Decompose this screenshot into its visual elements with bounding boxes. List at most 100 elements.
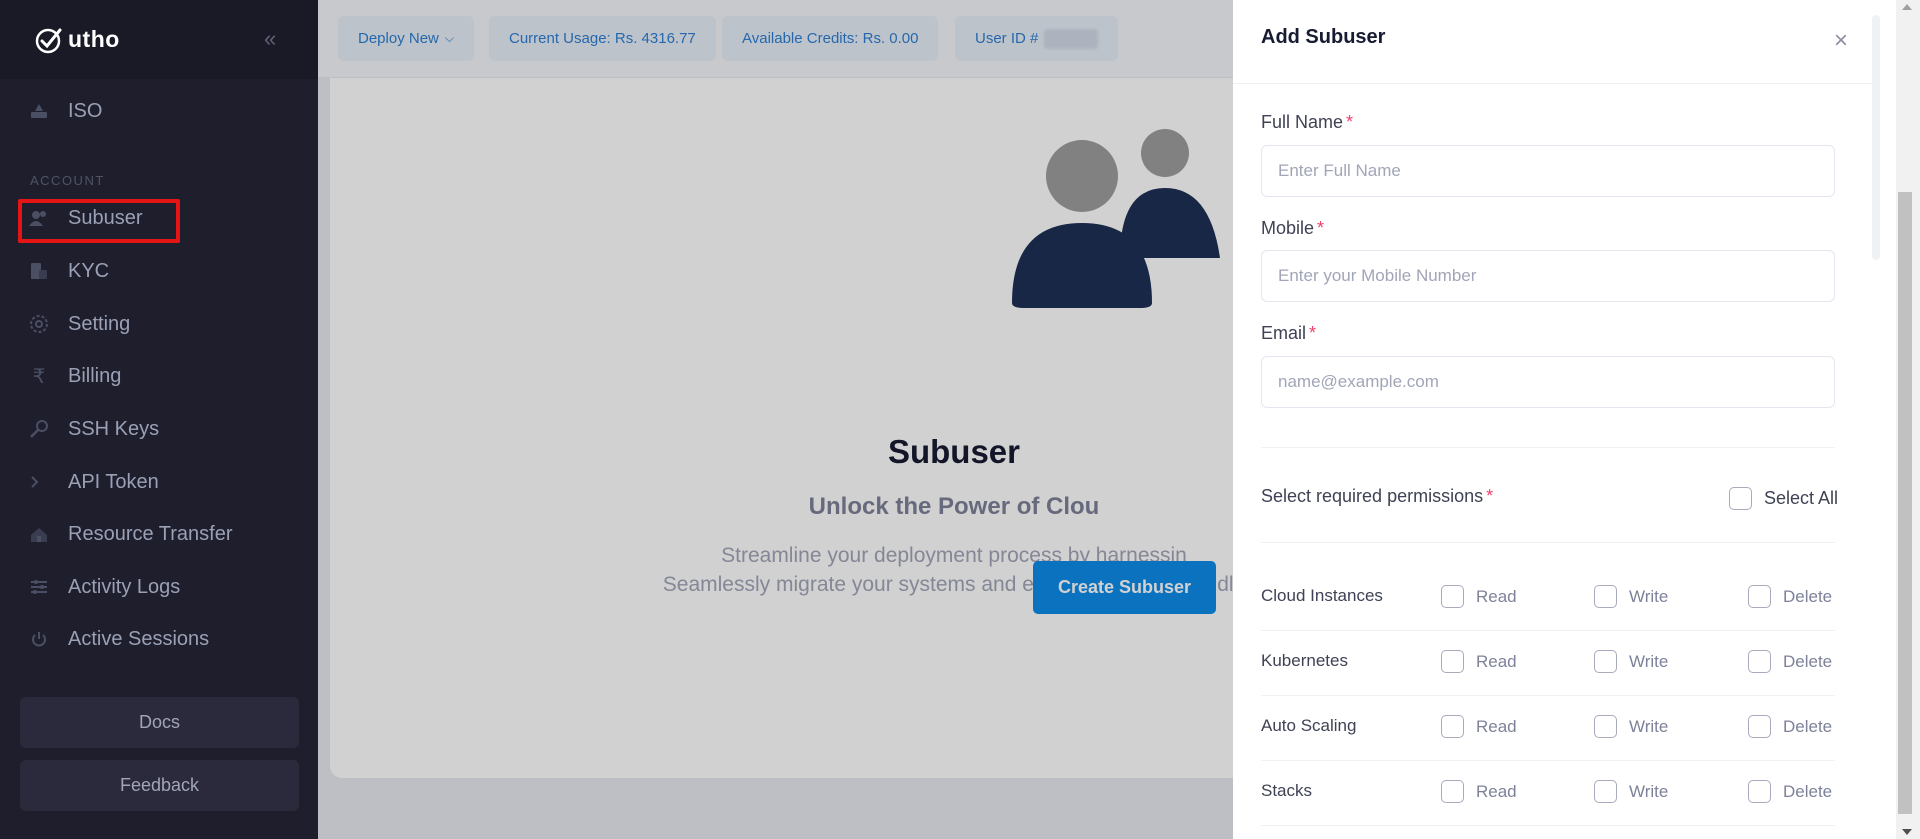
power-icon	[28, 628, 50, 650]
divider	[1261, 447, 1835, 448]
delete-label: Delete	[1783, 651, 1833, 671]
sidebar-item-activity-logs[interactable]: Activity Logs	[28, 569, 180, 605]
read-label: Read	[1476, 781, 1517, 801]
email-label: Email *	[1261, 323, 1316, 344]
checkbox[interactable]	[1729, 487, 1752, 510]
sidebar-header: utho «	[0, 0, 318, 79]
read-checkbox[interactable]: Read	[1441, 780, 1517, 803]
sidebar-item-label: KYC	[68, 259, 110, 282]
sidebar-item-kyc[interactable]: KYC	[28, 253, 109, 289]
sidebar-item-label: API Token	[68, 470, 159, 493]
write-label: Write	[1629, 716, 1669, 736]
delete-checkbox[interactable]: Delete	[1748, 780, 1832, 803]
checkbox[interactable]	[1594, 585, 1617, 608]
sliders-icon	[28, 576, 50, 598]
write-label: Write	[1629, 651, 1669, 671]
delete-label: Delete	[1783, 716, 1833, 736]
delete-checkbox[interactable]: Delete	[1748, 715, 1832, 738]
sidebar-item-label: ISO	[68, 99, 103, 122]
drawer-title: Add Subuser	[1261, 26, 1386, 48]
delete-checkbox[interactable]: Delete	[1748, 585, 1832, 608]
sidebar-item-label: Resource Transfer	[68, 522, 233, 545]
checkbox[interactable]	[1748, 585, 1771, 608]
write-checkbox[interactable]: Write	[1594, 585, 1668, 608]
sidebar-item-api-token[interactable]: API Token	[28, 464, 159, 500]
sidebar-item-label: Billing	[68, 364, 122, 387]
highlight-box	[18, 199, 180, 243]
checkbox[interactable]	[1748, 650, 1771, 673]
close-icon[interactable]: ×	[1828, 28, 1854, 54]
permission-row-auto-scaling: Auto Scaling Read Write Delete	[1261, 696, 1835, 761]
sidebar-item-iso[interactable]: ISO	[28, 93, 102, 129]
write-checkbox[interactable]: Write	[1594, 780, 1668, 803]
read-label: Read	[1476, 586, 1517, 606]
section-label-account: ACCOUNT	[30, 173, 105, 188]
checkbox[interactable]	[1441, 650, 1464, 673]
write-checkbox[interactable]: Write	[1594, 650, 1668, 673]
sidebar-item-label: Setting	[68, 312, 131, 335]
read-checkbox[interactable]: Read	[1441, 715, 1517, 738]
permission-name: Stacks	[1261, 781, 1313, 800]
terminal-icon	[28, 471, 50, 493]
checkbox[interactable]	[1441, 715, 1464, 738]
checkbox[interactable]	[1748, 780, 1771, 803]
delete-checkbox[interactable]: Delete	[1748, 650, 1832, 673]
double-chevron-left-icon[interactable]: «	[264, 28, 276, 50]
checkbox[interactable]	[1594, 715, 1617, 738]
sidebar-item-setting[interactable]: Setting	[28, 306, 130, 342]
sidebar-item-label: Activity Logs	[68, 575, 181, 598]
sidebar-item-ssh-keys[interactable]: SSH Keys	[28, 411, 159, 447]
read-checkbox[interactable]: Read	[1441, 585, 1517, 608]
checkbox[interactable]	[1441, 585, 1464, 608]
logo-check-icon	[35, 28, 62, 53]
required-mark: *	[1309, 323, 1317, 343]
checkbox[interactable]	[1594, 650, 1617, 673]
required-mark: *	[1317, 218, 1325, 238]
full-name-field[interactable]	[1261, 145, 1835, 197]
brand-logo[interactable]: utho	[34, 25, 120, 55]
permission-name: Auto Scaling	[1261, 716, 1357, 735]
write-label: Write	[1629, 781, 1669, 801]
permission-name: Cloud Instances	[1261, 586, 1383, 605]
sidebar-item-billing[interactable]: ₹ Billing	[28, 358, 122, 394]
permission-row-cloud-instances: Cloud Instances Read Write Delete	[1261, 566, 1835, 631]
scroll-down-arrow-icon[interactable]	[1902, 829, 1912, 835]
page-scrollbar[interactable]	[1896, 0, 1920, 839]
read-label: Read	[1476, 651, 1517, 671]
checkbox[interactable]	[1441, 780, 1464, 803]
sidebar: utho « ISO ACCOUNT Subuser KYC Setting ₹…	[0, 0, 318, 839]
permission-name: Kubernetes	[1261, 651, 1348, 670]
required-mark: *	[1486, 486, 1494, 506]
write-label: Write	[1629, 586, 1669, 606]
delete-label: Delete	[1783, 781, 1833, 801]
kyc-icon	[28, 260, 50, 282]
scrollbar-thumb[interactable]	[1898, 192, 1912, 814]
inner-scrollbar[interactable]	[1872, 15, 1880, 260]
iso-icon	[28, 100, 50, 122]
permissions-label: Select required permissions *	[1261, 486, 1493, 507]
docs-button[interactable]: Docs	[20, 697, 299, 748]
email-field[interactable]	[1261, 356, 1835, 408]
read-checkbox[interactable]: Read	[1441, 650, 1517, 673]
mobile-field[interactable]	[1261, 250, 1835, 302]
select-all-checkbox[interactable]: Select All	[1729, 487, 1838, 510]
checkbox[interactable]	[1748, 715, 1771, 738]
permission-row-kubernetes: Kubernetes Read Write Delete	[1261, 631, 1835, 696]
brand-name: utho	[68, 26, 120, 52]
key-icon	[28, 418, 50, 440]
read-label: Read	[1476, 716, 1517, 736]
sidebar-item-active-sessions[interactable]: Active Sessions	[28, 621, 209, 657]
write-checkbox[interactable]: Write	[1594, 715, 1668, 738]
full-name-label: Full Name *	[1261, 112, 1353, 133]
gear-icon	[28, 313, 50, 335]
scroll-up-arrow-icon[interactable]	[1902, 4, 1912, 10]
transfer-icon	[28, 523, 50, 545]
select-all-label: Select All	[1764, 488, 1839, 508]
checkbox[interactable]	[1594, 780, 1617, 803]
feedback-button[interactable]: Feedback	[20, 760, 299, 811]
permission-row-stacks: Stacks Read Write Delete	[1261, 761, 1835, 826]
required-mark: *	[1346, 112, 1354, 132]
sidebar-item-resource-transfer[interactable]: Resource Transfer	[28, 516, 233, 552]
sidebar-item-label: SSH Keys	[68, 417, 160, 440]
drawer-header: Add Subuser ×	[1233, 0, 1878, 84]
